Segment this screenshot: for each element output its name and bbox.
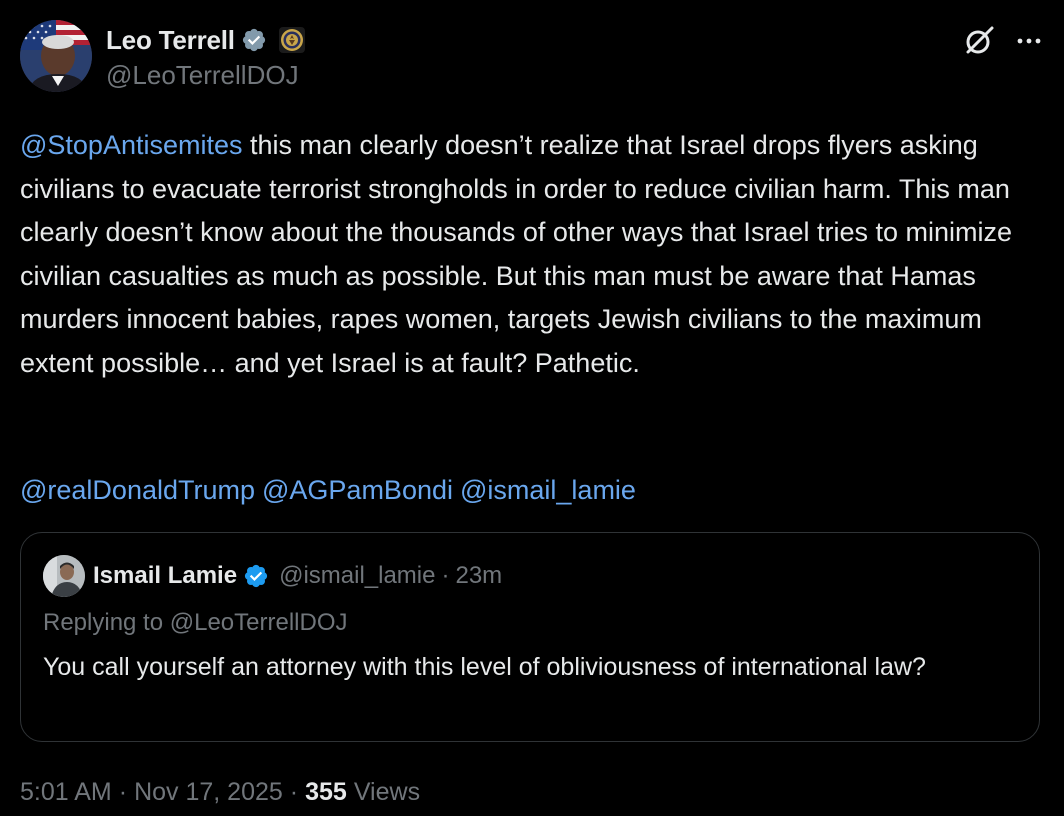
- views-label: Views: [353, 777, 421, 806]
- mention-link[interactable]: @realDonaldTrump: [20, 475, 255, 505]
- mention-link[interactable]: @StopAntisemites: [20, 130, 243, 160]
- quote-header: Ismail Lamie @ismail_lamie · 23m: [93, 559, 502, 593]
- meta-separator: ·: [289, 777, 299, 806]
- mention-link[interactable]: @AGPamBondi: [262, 475, 453, 505]
- author-name-row: Leo Terrell: [106, 24, 305, 56]
- quote-timestamp[interactable]: 23m: [455, 562, 502, 590]
- doj-seal-icon[interactable]: [278, 27, 305, 53]
- quote-handle[interactable]: @ismail_lamie: [279, 562, 435, 590]
- mention-link[interactable]: @ismail_lamie: [460, 475, 636, 505]
- tweet: Leo Terrell @LeoTerrellDOJ @StopAntisemi…: [0, 0, 1064, 816]
- more-icon[interactable]: [1014, 26, 1044, 56]
- quote-replying-to: Replying to @LeoTerrellDOJ: [43, 609, 348, 636]
- quote-display-name[interactable]: Ismail Lamie: [93, 562, 237, 590]
- author-display-name[interactable]: Leo Terrell: [106, 25, 235, 56]
- grok-icon[interactable]: [962, 24, 996, 58]
- author-avatar[interactable]: [20, 20, 92, 92]
- post-text: @StopAntisemites this man clearly doesn’…: [20, 124, 1050, 385]
- quoted-tweet[interactable]: Ismail Lamie @ismail_lamie · 23m Replyin…: [20, 532, 1040, 742]
- quote-author-avatar[interactable]: [43, 555, 85, 597]
- quote-separator: ·: [441, 562, 450, 589]
- mentions-line: @realDonaldTrump @AGPamBondi @ismail_lamie: [20, 469, 643, 512]
- verified-badge-icon[interactable]: [243, 563, 269, 589]
- quote-text: You call yourself an attorney with this …: [43, 653, 926, 681]
- post-date[interactable]: Nov 17, 2025: [134, 778, 283, 807]
- views-count[interactable]: 355: [305, 778, 347, 807]
- author-handle[interactable]: @LeoTerrellDOJ: [106, 60, 299, 91]
- post-body: this man clearly doesn’t realize that Is…: [20, 130, 1020, 378]
- verified-badge-icon[interactable]: [241, 27, 267, 53]
- meta-separator: ·: [118, 777, 128, 806]
- post-time[interactable]: 5:01 AM: [20, 778, 112, 807]
- post-meta: 5:01 AM · Nov 17, 2025 · 355 Views: [20, 774, 420, 810]
- top-actions: [962, 24, 1044, 58]
